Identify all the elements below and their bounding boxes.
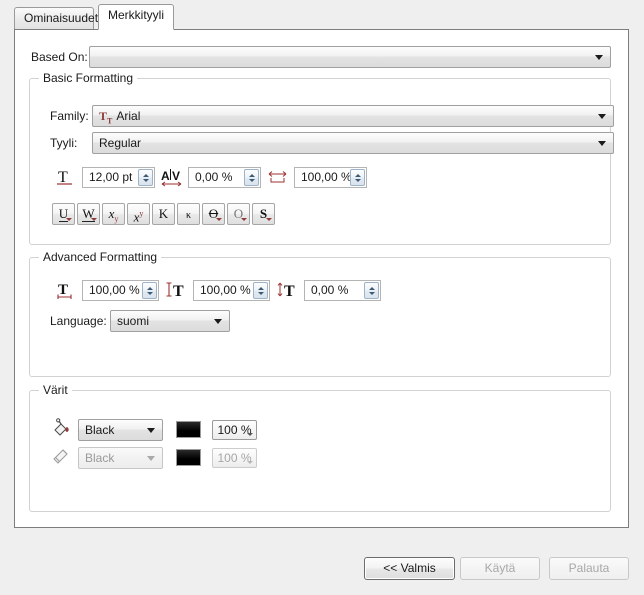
- word-tracking-stepper[interactable]: 100,00 %: [294, 167, 367, 188]
- style-combo[interactable]: Regular: [92, 132, 614, 154]
- fill-color-value: Black: [85, 423, 115, 437]
- subscript-button[interactable]: xy: [102, 203, 125, 225]
- reset-button: Palauta: [549, 557, 629, 580]
- chevron-down-icon: [214, 319, 222, 324]
- baseline-offset-icon: T: [276, 280, 298, 300]
- stroke-color-swatch: [176, 449, 201, 466]
- chevron-down-icon: [595, 55, 603, 60]
- tracking-stepper[interactable]: 0,00 %: [188, 167, 261, 188]
- fill-color-swatch: [176, 421, 201, 438]
- chevron-down-icon: [598, 114, 606, 119]
- font-size-icon: T: [55, 167, 75, 187]
- basic-formatting-group: Basic Formatting Family: TT Arial Tyyli: …: [29, 71, 614, 245]
- based-on-label: Based On:: [31, 50, 88, 64]
- vertical-scale-icon: T: [165, 280, 187, 300]
- horizontal-scale-icon: T: [55, 280, 75, 300]
- based-on-combo[interactable]: [89, 46, 611, 68]
- basic-formatting-title: Basic Formatting: [39, 71, 138, 85]
- word-tracking-icon: [267, 167, 289, 187]
- apply-button: Käytä: [460, 557, 540, 580]
- strikethrough-button[interactable]: O: [202, 203, 225, 225]
- family-value: Arial: [116, 109, 141, 123]
- stroke-shade-field: 100 %: [212, 448, 257, 468]
- horizontal-scale-value: 100,00 %: [89, 283, 140, 297]
- tracking-icon: A V: [161, 167, 183, 187]
- stepper-buttons[interactable]: [350, 169, 365, 186]
- chevron-down-icon: [598, 141, 606, 146]
- outline-button[interactable]: O: [227, 203, 250, 225]
- language-label: Language:: [50, 314, 107, 328]
- fill-color-combo[interactable]: Black: [78, 419, 163, 441]
- family-label: Family:: [50, 109, 89, 123]
- stepper-buttons[interactable]: [253, 282, 268, 299]
- based-on-row: Based On:: [15, 46, 628, 68]
- style-value: Regular: [99, 136, 142, 150]
- chevron-down-icon: [147, 456, 155, 461]
- tab-label: Ominaisuudet: [24, 11, 99, 25]
- svg-text:T: T: [173, 283, 184, 300]
- reset-label: Palauta: [568, 561, 610, 575]
- advanced-formatting-title: Advanced Formatting: [39, 250, 162, 264]
- vertical-scale-stepper[interactable]: 100,00 %: [193, 280, 270, 301]
- small-caps-button[interactable]: κ: [177, 203, 200, 225]
- tab-strip: Ominaisuudet Merkkityyli: [0, 0, 644, 30]
- stepper-buttons[interactable]: [138, 169, 153, 186]
- tracking-value: 0,00 %: [195, 170, 233, 184]
- language-value: suomi: [117, 314, 150, 328]
- chevron-down-icon: [247, 461, 253, 464]
- stepper-buttons[interactable]: [244, 169, 259, 186]
- font-size-stepper[interactable]: 12,00 pt: [82, 167, 155, 188]
- svg-text:T: T: [284, 283, 295, 300]
- svg-text:V: V: [172, 169, 180, 183]
- font-size-value: 12,00 pt: [89, 170, 133, 184]
- word-tracking-value: 100,00 %: [301, 170, 351, 184]
- baseline-offset-stepper[interactable]: 0,00 %: [304, 280, 381, 301]
- all-caps-button[interactable]: K: [152, 203, 175, 225]
- svg-text:A: A: [161, 169, 170, 183]
- language-combo[interactable]: suomi: [110, 310, 230, 332]
- fill-bucket-icon: [52, 418, 72, 436]
- baseline-offset-value: 0,00 %: [311, 283, 349, 297]
- shadow-button[interactable]: S: [252, 203, 275, 225]
- style-label: Tyyli:: [50, 136, 78, 150]
- character-style-panel: Based On: Basic Formatting Family: TT Ari…: [14, 29, 629, 528]
- truetype-icon: TT: [99, 109, 113, 126]
- colors-title: Värit: [39, 383, 72, 397]
- stroke-color-combo: Black: [78, 447, 163, 469]
- chevron-down-icon: [147, 428, 155, 433]
- done-label: << Valmis: [383, 561, 436, 575]
- vertical-scale-value: 100,00 %: [200, 283, 251, 297]
- chevron-down-icon: [247, 433, 253, 436]
- underline-button[interactable]: U: [52, 203, 75, 225]
- word-underline-button[interactable]: W: [77, 203, 100, 225]
- done-button[interactable]: << Valmis: [364, 557, 455, 580]
- fill-shade-field[interactable]: 100 %: [212, 420, 257, 440]
- tab-ominaisuudet[interactable]: Ominaisuudet: [14, 7, 98, 30]
- stroke-pen-icon: [52, 446, 72, 464]
- advanced-formatting-group: Advanced Formatting T 100,00 % T 100,00 …: [29, 250, 611, 377]
- colors-group: Värit Black 100 % Black 100 %: [29, 383, 611, 512]
- svg-text:T: T: [58, 282, 68, 298]
- stepper-buttons[interactable]: [142, 282, 157, 299]
- family-combo[interactable]: TT Arial: [92, 105, 614, 127]
- superscript-button[interactable]: xy: [127, 203, 150, 225]
- apply-label: Käytä: [484, 561, 516, 575]
- stepper-buttons[interactable]: [364, 282, 379, 299]
- stroke-color-value: Black: [85, 451, 115, 465]
- tab-label: Merkkityyli: [108, 8, 164, 22]
- tab-merkkityyli[interactable]: Merkkityyli: [98, 4, 174, 30]
- horizontal-scale-stepper[interactable]: 100,00 %: [82, 280, 159, 301]
